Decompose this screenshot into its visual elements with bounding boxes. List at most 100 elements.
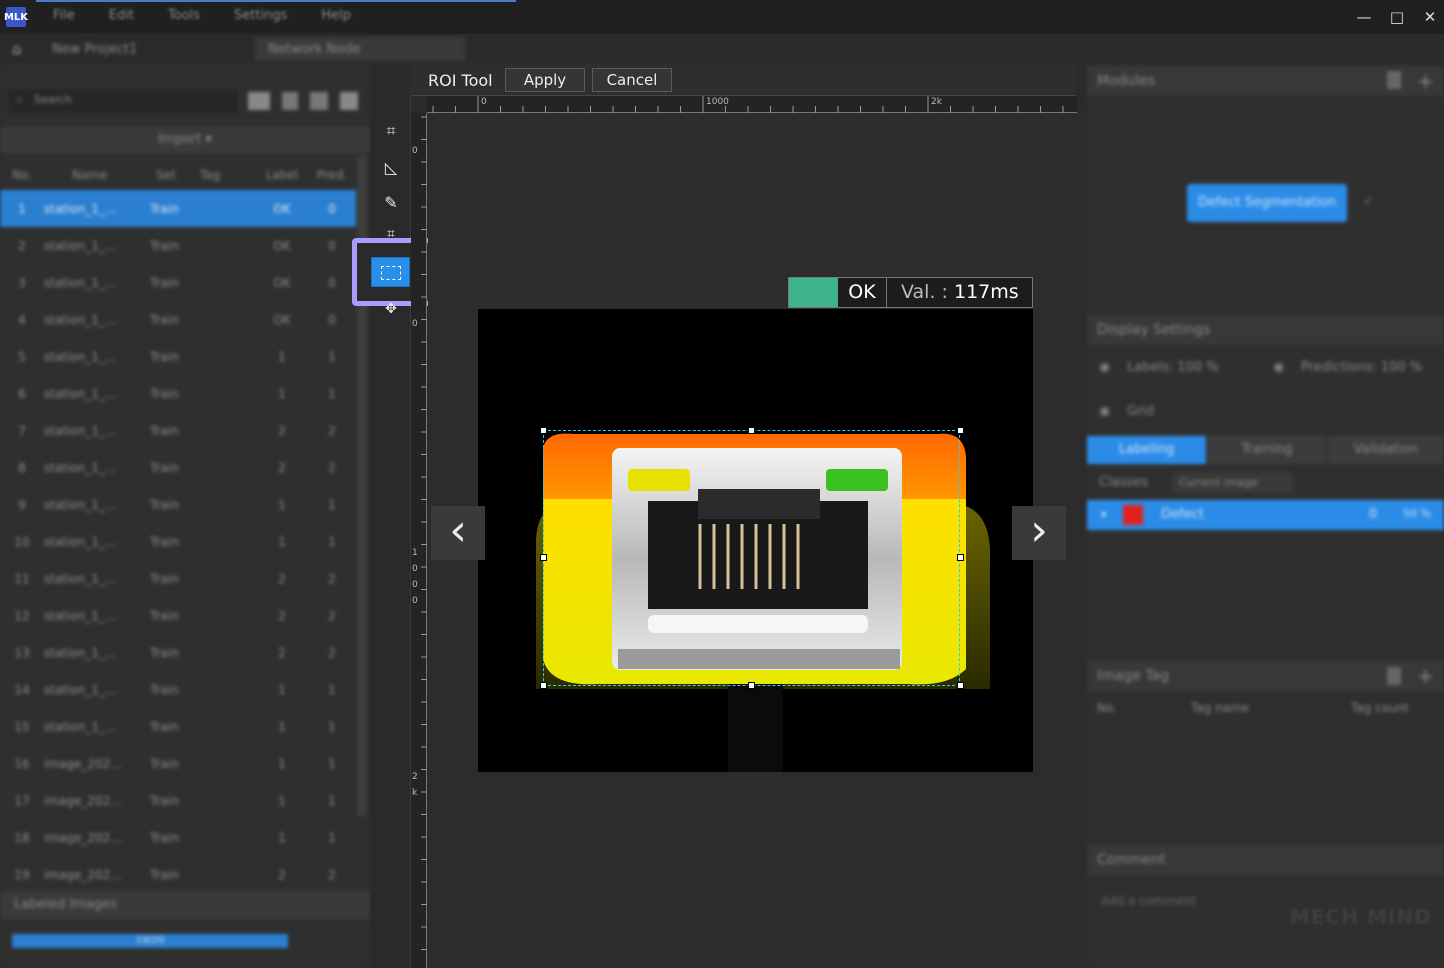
table-row[interactable]: 14 station_1_... Train 1 1 (0, 671, 356, 708)
table-row[interactable]: 2 station_1_... Train OK 0 (0, 227, 356, 264)
row-label: 2 (278, 460, 286, 475)
roi-handle-t[interactable] (748, 427, 755, 434)
table-row[interactable]: 6 station_1_... Train 1 1 (0, 375, 356, 412)
roi-tool-button[interactable] (371, 257, 410, 287)
polygon-tool-icon[interactable]: ⌗ (380, 120, 402, 142)
roi-handle-l[interactable] (540, 554, 547, 561)
table-row[interactable]: 9 station_1_... Train 1 1 (0, 486, 356, 523)
table-row[interactable]: 13 station_1_... Train 2 2 (0, 634, 356, 671)
table-row[interactable]: 19 image_202... Train 2 2 (0, 856, 356, 893)
row-set: Train (150, 349, 179, 364)
shape-tool-icon[interactable]: ◺ (380, 157, 402, 179)
roi-handle-br[interactable] (957, 682, 964, 689)
class-visibility-icon[interactable]: ▾ (1101, 508, 1107, 521)
table-row[interactable]: 12 station_1_... Train 2 2 (0, 597, 356, 634)
tag-trash-icon[interactable] (1387, 667, 1401, 685)
table-row[interactable]: 8 station_1_... Train 2 2 (0, 449, 356, 486)
vruler-ticks (421, 116, 427, 950)
import-button[interactable]: Import ▾ (0, 127, 370, 153)
roi-toolbar: ROI Tool Apply Cancel (411, 64, 1076, 96)
table-row[interactable]: 7 station_1_... Train 2 2 (0, 412, 356, 449)
tab-labeling[interactable]: Labeling (1087, 436, 1206, 464)
roi-handle-tl[interactable] (540, 427, 547, 434)
row-name: image_202... (44, 867, 122, 882)
table-row[interactable]: 1 station_1_... Train OK 0 (0, 190, 356, 227)
table-row[interactable]: 18 image_202... Train 1 1 (0, 819, 356, 856)
cancel-button[interactable]: Cancel (592, 68, 672, 92)
add-icon[interactable]: + (1417, 69, 1434, 93)
home-icon[interactable]: ⌂ (12, 40, 22, 58)
labels-eye-icon[interactable]: ◉ (1099, 360, 1110, 375)
brand-watermark: MECH MIND (1290, 905, 1432, 929)
col-no[interactable]: No. (0, 168, 44, 190)
col-pred[interactable]: Pred. (308, 168, 356, 190)
validation-time: Val. : 117ms (887, 278, 1032, 307)
row-set: Train (150, 386, 179, 401)
tab-validation[interactable]: Validation (1328, 436, 1444, 464)
tab-training[interactable]: Training (1208, 436, 1326, 464)
row-no: 16 (14, 756, 30, 771)
move-tool-icon[interactable]: ✥ (380, 298, 402, 320)
menu-edit[interactable]: Edit (92, 8, 151, 23)
col-tag[interactable]: Tag (196, 168, 256, 190)
horizontal-ruler: 0 1000 2k (427, 96, 1077, 113)
row-pred: 2 (328, 571, 336, 586)
filter-icon[interactable] (248, 92, 270, 110)
table-row[interactable]: 4 station_1_... Train OK 0 (0, 301, 356, 338)
row-no: 17 (14, 793, 30, 808)
menu-bar: File Edit Tools Settings Help (36, 8, 368, 23)
row-pred: 0 (328, 312, 336, 327)
roi-rectangle[interactable] (543, 430, 960, 686)
tag-add-icon[interactable]: + (1417, 664, 1434, 688)
apply-button[interactable]: Apply (505, 68, 585, 92)
roi-handle-tr[interactable] (957, 427, 964, 434)
trash-icon[interactable] (1387, 71, 1401, 89)
class-color-swatch[interactable] (1123, 505, 1143, 525)
col-set[interactable]: Set (136, 168, 196, 190)
table-row[interactable]: 3 station_1_... Train OK 0 (0, 264, 356, 301)
delete-icon[interactable] (340, 92, 358, 110)
table-row[interactable]: 11 station_1_... Train 2 2 (0, 560, 356, 597)
module-node[interactable]: Defect Segmentation (1187, 184, 1347, 222)
table-row[interactable]: 16 image_202... Train 1 1 (0, 745, 356, 782)
table-row[interactable]: 5 station_1_... Train 1 1 (0, 338, 356, 375)
ok-color-swatch (789, 278, 838, 307)
roi-handle-b[interactable] (748, 682, 755, 689)
labeled-images-header: Labeled Images (0, 891, 370, 919)
row-name: station_1_... (44, 534, 117, 549)
next-image-button[interactable]: › (1012, 506, 1066, 560)
grid-eye-icon[interactable]: ◉ (1099, 404, 1110, 419)
menubar-accent (36, 0, 516, 2)
grid-icon[interactable] (310, 92, 328, 110)
previous-image-button[interactable]: ‹ (431, 506, 485, 560)
menu-settings[interactable]: Settings (217, 8, 304, 23)
row-no: 7 (18, 423, 26, 438)
col-label[interactable]: Label (256, 168, 308, 190)
menu-file[interactable]: File (36, 8, 92, 23)
predictions-option[interactable]: Predictions: 100 % (1301, 360, 1422, 375)
project-name[interactable]: New Project1 (52, 42, 137, 57)
menu-tools[interactable]: Tools (151, 8, 217, 23)
predictions-eye-icon[interactable]: ◉ (1273, 360, 1284, 375)
eraser-tool-icon[interactable]: ✎ (380, 192, 402, 214)
table-row[interactable]: 15 station_1_... Train 1 1 (0, 708, 356, 745)
comment-header: Comment (1087, 845, 1444, 875)
roi-handle-r[interactable] (957, 554, 964, 561)
row-set: Train (150, 793, 179, 808)
maximize-button[interactable]: □ (1385, 6, 1409, 28)
row-name: image_202... (44, 793, 122, 808)
table-row[interactable]: 10 station_1_... Train 1 1 (0, 523, 356, 560)
comment-input[interactable]: Add a comment (1101, 894, 1196, 908)
search-input[interactable]: ⌕ Search (8, 89, 238, 113)
funnel-icon[interactable] (282, 92, 298, 110)
minimize-button[interactable]: — (1352, 6, 1376, 28)
grid-option[interactable]: Grid (1127, 404, 1154, 419)
menu-help[interactable]: Help (304, 8, 368, 23)
table-row[interactable]: 17 image_202... Train 1 1 (0, 782, 356, 819)
roi-handle-bl[interactable] (540, 682, 547, 689)
col-name[interactable]: Name (44, 168, 136, 190)
row-set: Train (150, 867, 179, 882)
close-button[interactable]: ✕ (1418, 6, 1442, 28)
row-no: 12 (14, 608, 30, 623)
labels-option[interactable]: Labels: 100 % (1127, 360, 1219, 375)
